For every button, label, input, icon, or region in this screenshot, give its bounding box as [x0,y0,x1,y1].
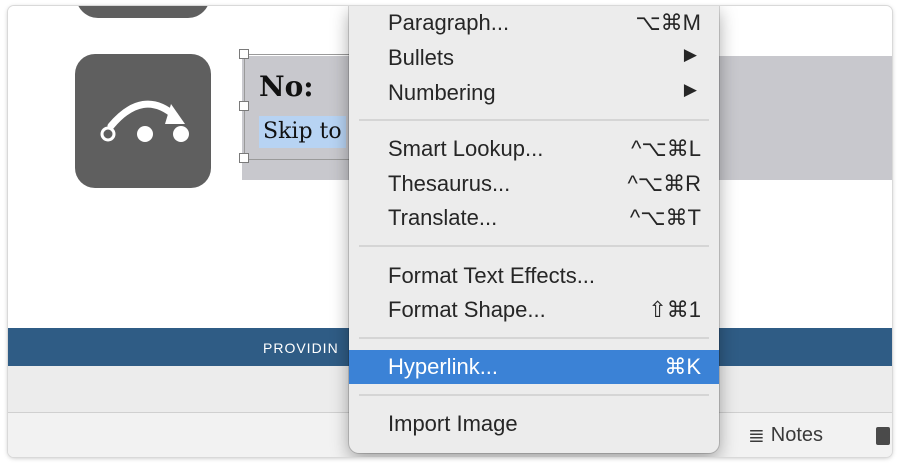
option-heading: No: [259,70,314,103]
menu-item-label: Format Shape... [388,297,546,322]
menu-separator [359,394,709,396]
menu-item-label: Thesaurus... [388,171,511,196]
resize-handle-middle-left[interactable] [239,101,249,111]
resize-handle-bottom-left[interactable] [239,153,249,163]
resize-handle-top-left[interactable] [239,49,249,59]
previous-icon-tile[interactable] [76,6,210,18]
menu-item-import-image[interactable]: Import Image [349,407,719,441]
menu-item-label: Bullets [388,45,455,70]
notes-button[interactable]: ≣ Notes [748,421,823,449]
powerpoint-window: No: Skip to PROVIDIN ≣ Notes Paragraph..… [8,6,892,457]
banner-text: PROVIDIN [263,340,339,356]
skip-arrow-icon[interactable] [75,54,211,188]
menu-item-numbering[interactable]: Numbering ▶ [349,76,719,110]
menu-separator [359,119,709,121]
menu-item-translate[interactable]: Translate... ^⌥⌘T [349,201,719,235]
menu-item-hyperlink[interactable]: Hyperlink... ⌘K [349,350,719,384]
menu-item-smart-lookup[interactable]: Smart Lookup... ^⌥⌘L [349,132,719,166]
menu-item-shortcut: ⇧⌘1 [648,297,701,322]
menu-item-label: Numbering [388,80,496,105]
menu-item-shortcut: ^⌥⌘R [627,171,701,196]
menu-item-shortcut: ^⌥⌘T [629,205,701,230]
menu-item-bullets[interactable]: Bullets ▶ [349,41,719,75]
menu-item-shortcut: ⌘K [664,354,701,379]
chevron-right-icon: ▶ [683,45,697,64]
chevron-right-icon: ▶ [683,80,697,99]
menu-item-label: Format Text Effects... [388,263,596,288]
menu-item-thesaurus[interactable]: Thesaurus... ^⌥⌘R [349,167,719,201]
menu-separator [359,245,709,247]
menu-item-label: Import Image [388,411,518,436]
menu-item-format-text-effects[interactable]: Format Text Effects... [349,259,719,293]
menu-item-shortcut: ⌥⌘M [635,10,701,35]
menu-item-label: Smart Lookup... [388,136,544,161]
selected-text[interactable]: Skip to [259,116,346,148]
menu-item-paragraph[interactable]: Paragraph... ⌥⌘M [349,6,719,40]
menu-item-shortcut: ^⌥⌘L [631,136,701,161]
menu-item-label: Paragraph... [388,10,510,35]
menu-separator [359,337,709,339]
context-menu: Paragraph... ⌥⌘M Bullets ▶ Numbering ▶ S… [349,6,719,453]
notes-label: Notes [770,423,824,446]
menu-item-label: Hyperlink... [388,354,499,379]
menu-item-label: Translate... [388,205,498,230]
notes-icon: ≣ [748,424,765,447]
menu-item-format-shape[interactable]: Format Shape... ⇧⌘1 [349,293,719,327]
comment-icon[interactable] [876,427,890,445]
